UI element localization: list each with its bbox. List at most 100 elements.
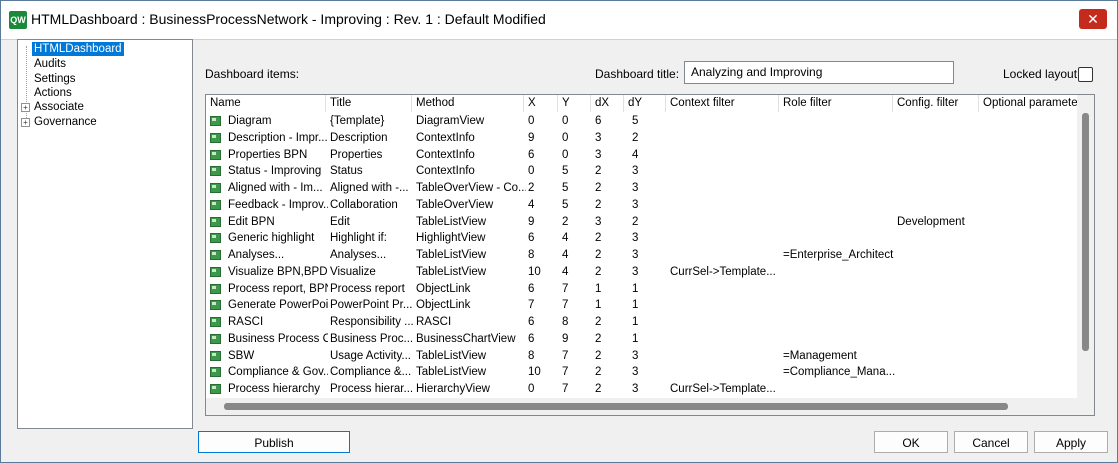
cell-role-filter [783, 314, 896, 331]
tree-item-governance[interactable]: Governance [34, 115, 97, 129]
table-row[interactable]: Properties BPN Properties ContextInfo 6 0 3 4 [206, 147, 1086, 164]
cell-role-filter [783, 381, 896, 398]
cell-role-filter [783, 180, 896, 197]
cell-method: TableOverView - Co... [416, 182, 526, 194]
dashboard-item-icon [210, 132, 221, 143]
dashboard-items-table[interactable]: Name Title Method X Y dX dY Context filt… [205, 94, 1095, 416]
table-row[interactable]: Description - Impr... Description ContextI… [206, 130, 1086, 147]
cell-context-filter [670, 113, 782, 130]
title-bar[interactable]: QW HTMLDashboard : BusinessProcessNetwor… [1, 1, 1117, 40]
dashboard-item-icon [210, 317, 221, 327]
column-header-dy[interactable]: dY [624, 95, 666, 112]
expand-governance-icon[interactable]: + [21, 118, 30, 127]
cell-role-filter [783, 197, 896, 214]
cell-method: TableListView [416, 349, 487, 362]
table-row[interactable]: Process report, BPN Process report ObjectL… [206, 281, 1086, 298]
column-header-context-filter[interactable]: Context filter [666, 95, 779, 112]
cell-method: TableListView [416, 265, 487, 278]
publish-button[interactable]: Publish [198, 431, 350, 453]
window-title: HTMLDashboard : BusinessProcessNetwork -… [31, 11, 546, 27]
cell-title: Status [330, 165, 363, 178]
cell-dy: 2 [632, 215, 639, 228]
cell-y: 7 [562, 349, 569, 362]
table-row[interactable]: Diagram {Template} DiagramView 0 0 6 5 [206, 113, 1086, 130]
vertical-scrollbar[interactable] [1077, 95, 1094, 415]
horizontal-scrollbar[interactable] [206, 398, 1094, 415]
horizontal-scroll-thumb[interactable] [224, 403, 1008, 410]
cell-config-filter [897, 381, 981, 398]
cell-dx: 3 [595, 148, 602, 161]
cell-dy: 3 [632, 265, 639, 278]
cell-title: Process report [330, 282, 405, 295]
tree-item-audits[interactable]: Audits [34, 57, 66, 71]
cell-x: 6 [528, 232, 535, 245]
table-row[interactable]: Generate PowerPoint PowerPoint Pr... Objec… [206, 297, 1086, 314]
cell-y: 7 [562, 299, 569, 312]
close-button[interactable]: ✕ [1079, 9, 1107, 29]
cell-dy: 3 [632, 383, 639, 395]
cell-context-filter: CurrSel->Template... [670, 383, 776, 395]
cell-y: 2 [562, 215, 569, 228]
tree-item-actions[interactable]: Actions [34, 86, 72, 100]
expand-associate-icon[interactable]: + [21, 103, 30, 112]
cell-optional-parameters [983, 180, 1091, 197]
tree-item-associate[interactable]: Associate [34, 100, 84, 114]
cell-dy: 2 [632, 131, 639, 144]
cell-title: Process hierar... [330, 383, 414, 395]
table-row[interactable]: Process hierarchy Process hierar... Hierar… [206, 381, 1086, 398]
cell-role-filter [783, 130, 896, 147]
table-row[interactable]: Status - Improving Status ContextInfo 0 5 2 3 [206, 163, 1086, 180]
ok-button[interactable]: OK [874, 431, 948, 453]
cell-y: 5 [562, 198, 569, 211]
cell-dy: 1 [632, 316, 639, 328]
dashboard-title-input[interactable]: Analyzing and Improving [684, 61, 954, 84]
cell-config-filter [897, 314, 981, 331]
cell-method: TableListView [416, 215, 487, 228]
column-header-dx[interactable]: dX [591, 95, 624, 112]
cell-title: Usage Activity... [330, 349, 411, 362]
column-header-x[interactable]: X [524, 95, 558, 112]
table-row[interactable]: Visualize BPN,BPD... Visualize TableListVi… [206, 264, 1086, 281]
navigation-tree[interactable]: HTMLDashboard Audits Settings Actions + … [17, 39, 193, 429]
column-header-title[interactable]: Title [326, 95, 412, 112]
locked-layout-checkbox[interactable] [1078, 67, 1093, 82]
cell-x: 6 [528, 282, 535, 295]
column-header-optional-parameters[interactable]: Optional parameters [979, 95, 1089, 112]
cancel-button[interactable]: Cancel [954, 431, 1028, 453]
apply-button[interactable]: Apply [1034, 431, 1108, 453]
table-row[interactable]: Aligned with - Im... Aligned with -... Tab… [206, 180, 1086, 197]
table-row[interactable]: Generic highlight Highlight if: HighlightV… [206, 230, 1086, 247]
cell-dy: 1 [632, 299, 639, 312]
cell-context-filter [670, 230, 782, 247]
cell-context-filter [670, 247, 782, 264]
cell-optional-parameters [983, 197, 1091, 214]
cell-y: 5 [562, 165, 569, 178]
cell-context-filter [670, 281, 782, 298]
table-row[interactable]: Feedback - Improv... Collaboration TableOv… [206, 197, 1086, 214]
table-row[interactable]: Edit BPN Edit TableListView 9 2 3 2 Development [206, 214, 1086, 231]
column-header-config-filter[interactable]: Config. filter [893, 95, 979, 112]
cell-optional-parameters [983, 113, 1091, 130]
cell-dy: 5 [632, 115, 639, 127]
table-row[interactable]: SBW Usage Activity... TableListView 8 7 2 3 =Ma… [206, 348, 1086, 365]
table-row[interactable]: RASCI Responsibility ... RASCI 6 8 2 1 [206, 314, 1086, 331]
tree-item-htmldashboard[interactable]: HTMLDashboard [32, 42, 124, 56]
table-row[interactable]: Analyses... Analyses... TableListView 8 4 2 3 =… [206, 247, 1086, 264]
cell-dy: 3 [632, 182, 639, 194]
app-icon: QW [9, 11, 27, 29]
cell-context-filter [670, 130, 782, 147]
column-header-role-filter[interactable]: Role filter [779, 95, 893, 112]
cell-method: HierarchyView [416, 383, 490, 395]
table-row[interactable]: Compliance & Gov... Compliance &... TableL… [206, 364, 1086, 381]
cell-dy: 3 [632, 349, 639, 362]
vertical-scroll-thumb[interactable] [1082, 113, 1089, 351]
tree-item-settings[interactable]: Settings [34, 72, 76, 86]
cell-method: HighlightView [416, 232, 486, 245]
cell-context-filter [670, 314, 782, 331]
table-row[interactable]: Business Process C...Business Proc...Bus… [206, 331, 1086, 348]
column-header-method[interactable]: Method [412, 95, 524, 112]
column-header-y[interactable]: Y [558, 95, 591, 112]
cell-config-filter [897, 147, 981, 164]
column-header-name[interactable]: Name [206, 95, 326, 112]
cell-dx: 1 [595, 282, 602, 295]
